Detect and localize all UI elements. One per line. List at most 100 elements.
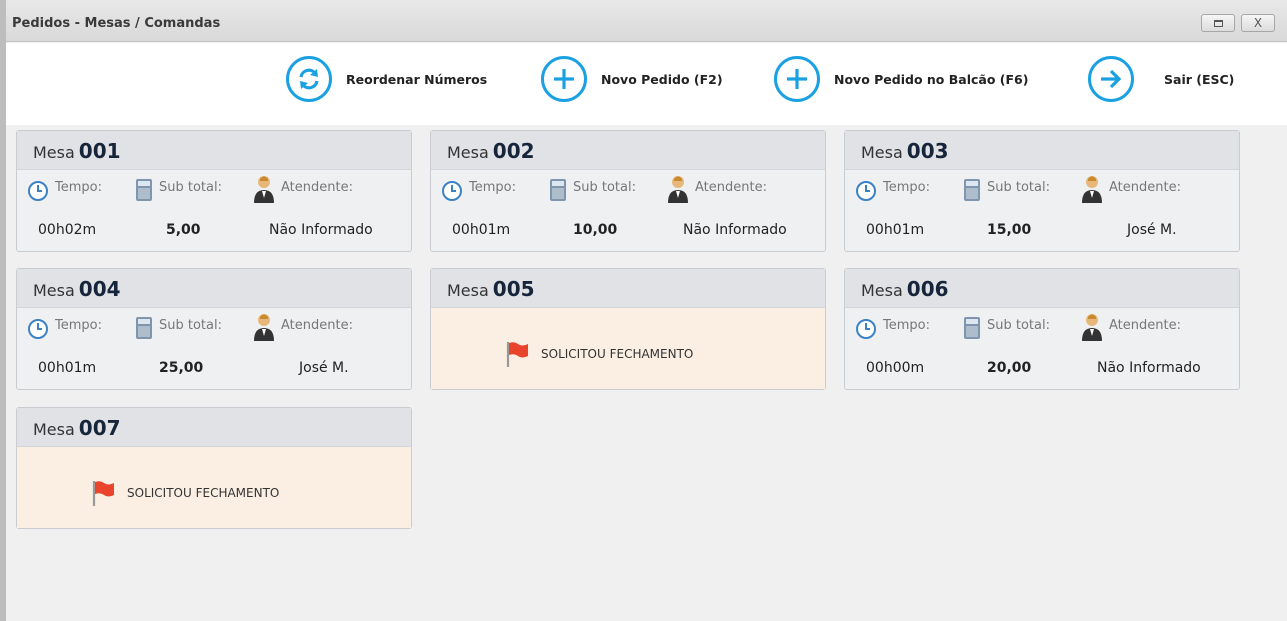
- calculator-icon: [964, 179, 980, 201]
- reorder-numbers-button[interactable]: Reordenar Números: [286, 55, 487, 103]
- clock-icon: [28, 181, 48, 201]
- table-label: Mesa: [33, 281, 75, 300]
- new-counter-order-button[interactable]: Novo Pedido no Balcão (F6): [774, 55, 1028, 103]
- window-title: Pedidos - Mesas / Comandas: [12, 16, 221, 31]
- time-value: 00h00m: [866, 360, 925, 376]
- table-info: SOLICITOU FECHAMENTO: [431, 308, 825, 389]
- clock-icon: [856, 319, 876, 339]
- flag-icon: [506, 342, 528, 367]
- attendant-value: Não Informado: [683, 222, 787, 238]
- subtotal-value: 10,00: [573, 222, 618, 238]
- table-card-header: Mesa 001: [17, 131, 411, 170]
- attendant-label: Atendente:: [281, 318, 353, 333]
- table-number: 006: [906, 277, 949, 301]
- table-card[interactable]: Mesa 004 Tempo: Sub total: Atendente: 00…: [16, 268, 412, 390]
- table-number: 007: [78, 416, 121, 440]
- calculator-icon: [136, 317, 152, 339]
- table-card-header: Mesa 004: [17, 269, 411, 308]
- subtotal-label: Sub total:: [987, 318, 1050, 333]
- table-card[interactable]: Mesa 002 Tempo: Sub total: Atendente: 00…: [430, 130, 826, 252]
- time-value: 00h01m: [452, 222, 511, 238]
- table-card[interactable]: Mesa 006 Tempo: Sub total: Atendente: 00…: [844, 268, 1240, 390]
- table-number: 003: [906, 139, 949, 163]
- table-card[interactable]: Mesa 001 Tempo: Sub total: Atendente: 00…: [16, 130, 412, 252]
- attendant-label: Atendente:: [281, 180, 353, 195]
- restore-button[interactable]: [1201, 14, 1235, 32]
- table-label: Mesa: [861, 281, 903, 300]
- table-card-header: Mesa 002: [431, 131, 825, 170]
- flag-icon: [92, 481, 114, 506]
- plus-icon: [541, 56, 587, 102]
- table-card-header: Mesa 005: [431, 269, 825, 308]
- closing-request: SOLICITOU FECHAMENTO: [91, 479, 279, 507]
- waiter-icon: [668, 176, 688, 203]
- table-card[interactable]: Mesa 003 Tempo: Sub total: Atendente: 00…: [844, 130, 1240, 252]
- table-label: Mesa: [861, 143, 903, 162]
- exit-label: Sair (ESC): [1164, 71, 1235, 87]
- table-card-header: Mesa 003: [845, 131, 1239, 170]
- attendant-value: José M.: [1127, 222, 1177, 238]
- waiter-icon: [1082, 176, 1102, 203]
- table-info: Tempo: Sub total: Atendente: 00h00m 20,0…: [845, 308, 1239, 390]
- closing-message: SOLICITOU FECHAMENTO: [127, 486, 280, 500]
- subtotal-label: Sub total:: [573, 180, 636, 195]
- attendant-label: Atendente:: [695, 180, 767, 195]
- table-card[interactable]: Mesa 005 SOLICITOU FECHAMENTO: [430, 268, 826, 390]
- new-order-button[interactable]: Novo Pedido (F2): [541, 55, 723, 103]
- table-number: 002: [492, 139, 535, 163]
- new-counter-order-label: Novo Pedido no Balcão (F6): [834, 71, 1029, 87]
- orders-window: Pedidos - Mesas / Comandas X Reordenar N…: [0, 0, 1287, 621]
- table-info: Tempo: Sub total: Atendente: 00h01m 10,0…: [431, 170, 825, 252]
- time-label: Tempo:: [883, 318, 930, 333]
- attendant-value: José M.: [299, 360, 349, 376]
- table-info: SOLICITOU FECHAMENTO: [17, 447, 411, 528]
- time-label: Tempo:: [883, 180, 930, 195]
- closing-request: SOLICITOU FECHAMENTO: [505, 340, 693, 368]
- time-label: Tempo:: [469, 180, 516, 195]
- time-label: Tempo:: [55, 180, 102, 195]
- new-order-label: Novo Pedido (F2): [601, 71, 723, 87]
- table-label: Mesa: [447, 281, 489, 300]
- toolbar: Reordenar Números Novo Pedido (F2) Novo …: [6, 43, 1287, 125]
- attendant-label: Atendente:: [1109, 180, 1181, 195]
- table-number: 005: [492, 277, 535, 301]
- subtotal-label: Sub total:: [159, 180, 222, 195]
- calculator-icon: [136, 179, 152, 201]
- attendant-label: Atendente:: [1109, 318, 1181, 333]
- waiter-icon: [1082, 314, 1102, 341]
- table-card-header: Mesa 007: [17, 408, 411, 447]
- calculator-icon: [550, 179, 566, 201]
- close-button[interactable]: X: [1241, 14, 1275, 32]
- table-label: Mesa: [33, 420, 75, 439]
- title-bar: Pedidos - Mesas / Comandas X: [6, 0, 1287, 42]
- table-info: Tempo: Sub total: Atendente: 00h02m 5,00…: [17, 170, 411, 252]
- table-number: 004: [78, 277, 121, 301]
- exit-button[interactable]: Sair (ESC): [1088, 55, 1234, 103]
- table-card[interactable]: Mesa 007 SOLICITOU FECHAMENTO: [16, 407, 412, 529]
- clock-icon: [856, 181, 876, 201]
- attendant-value: Não Informado: [1097, 360, 1201, 376]
- plus-icon: [774, 56, 820, 102]
- clock-icon: [442, 181, 462, 201]
- reorder-numbers-label: Reordenar Números: [346, 71, 488, 87]
- waiter-icon: [254, 176, 274, 203]
- table-info: Tempo: Sub total: Atendente: 00h01m 25,0…: [17, 308, 411, 390]
- table-info: Tempo: Sub total: Atendente: 00h01m 15,0…: [845, 170, 1239, 252]
- restore-icon: [1213, 19, 1223, 27]
- subtotal-label: Sub total:: [159, 318, 222, 333]
- arrow-right-icon: [1088, 56, 1134, 102]
- subtotal-value: 5,00: [166, 222, 201, 238]
- waiter-icon: [254, 314, 274, 341]
- subtotal-label: Sub total:: [987, 180, 1050, 195]
- table-number: 001: [78, 139, 121, 163]
- time-value: 00h01m: [38, 360, 97, 376]
- table-label: Mesa: [447, 143, 489, 162]
- closing-message: SOLICITOU FECHAMENTO: [541, 347, 694, 361]
- time-value: 00h02m: [38, 222, 97, 238]
- attendant-value: Não Informado: [269, 222, 373, 238]
- refresh-icon: [286, 56, 332, 102]
- time-label: Tempo:: [55, 318, 102, 333]
- subtotal-value: 25,00: [159, 360, 204, 376]
- subtotal-value: 15,00: [987, 222, 1032, 238]
- calculator-icon: [964, 317, 980, 339]
